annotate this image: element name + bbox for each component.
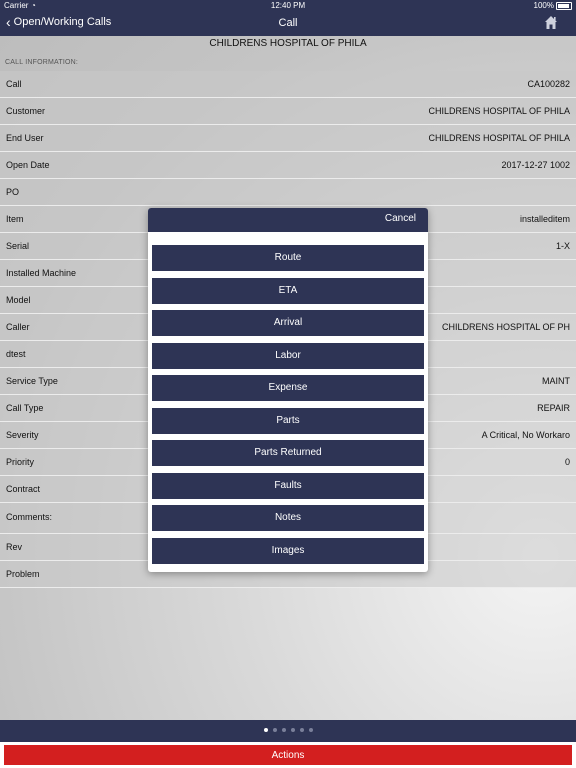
field-label: Priority	[6, 457, 35, 467]
field-value: installeditem	[519, 214, 570, 224]
field-value: REPAIR	[537, 403, 570, 413]
field-label: End User	[6, 133, 44, 143]
field-label: Call Type	[6, 403, 44, 413]
page-dot[interactable]	[308, 728, 313, 732]
menu-option-parts-returned[interactable]: Parts Returned	[152, 440, 424, 466]
page-title: Call	[278, 17, 298, 29]
customer-header: CHILDRENS HOSPITAL OF PHILA	[209, 38, 367, 49]
action-options-list: Route ETA Arrival Labor Expense Parts Parts Re…	[152, 245, 424, 570]
menu-option-eta[interactable]: ETA	[152, 277, 424, 304]
field-value: 0	[564, 457, 570, 467]
field-label: Contract	[6, 484, 41, 494]
status-time: 12:40 PM	[270, 1, 306, 10]
battery-icon	[556, 2, 572, 10]
field-value: MAINT	[542, 376, 570, 386]
menu-option-notes[interactable]: Notes	[152, 505, 424, 531]
field-label: Rev	[6, 542, 23, 552]
field-label: PO	[6, 187, 20, 197]
page-dot[interactable]	[272, 728, 277, 732]
actions-bar: Actions	[0, 742, 576, 768]
field-row[interactable]: End User CHILDRENS HOSPITAL OF PHILA	[0, 125, 576, 152]
field-label: dtest	[6, 349, 26, 359]
battery-percent: 100%	[533, 1, 554, 10]
nav-bar: ‹ Open/Working Calls Call	[0, 12, 576, 36]
field-value: CA100282	[527, 79, 570, 89]
field-label: Comments:	[6, 512, 53, 522]
menu-option-faults[interactable]: Faults	[152, 472, 424, 499]
field-label: Call	[6, 79, 22, 89]
actions-button[interactable]: Actions	[4, 745, 572, 765]
field-label: Installed Machine	[6, 268, 77, 278]
field-label: Open Date	[6, 160, 50, 170]
menu-option-parts[interactable]: Parts	[152, 407, 424, 434]
menu-option-route[interactable]: Route	[152, 245, 424, 271]
field-row[interactable]: Customer CHILDRENS HOSPITAL OF PHILA	[0, 98, 576, 125]
action-menu-modal: Cancel Route ETA Arrival Labor Expense Parts P…	[148, 208, 428, 572]
field-value: CHILDRENS HOSPITAL OF PHILA	[428, 133, 570, 143]
field-value: 2017-12-27 1002	[501, 160, 570, 170]
field-label: Problem	[6, 569, 40, 579]
section-label: CALL INFORMATION:	[5, 59, 79, 66]
cancel-button[interactable]: Cancel	[385, 213, 416, 224]
field-row[interactable]: Open Date 2017-12-27 1002	[0, 152, 576, 179]
field-value: 1-X	[555, 241, 570, 251]
field-value: A Critical, No Workaro	[481, 430, 570, 440]
page-dot[interactable]	[281, 728, 286, 732]
page-dot[interactable]	[290, 728, 295, 732]
field-value: CHILDRENS HOSPITAL OF PH	[441, 322, 570, 332]
menu-option-images[interactable]: Images	[152, 537, 424, 564]
pager-bar	[0, 720, 576, 742]
field-row[interactable]: PO	[0, 179, 576, 206]
page-dot[interactable]	[263, 728, 268, 732]
field-value: CHILDRENS HOSPITAL OF PHILA	[428, 106, 570, 116]
field-label: Model	[6, 295, 31, 305]
field-label: Caller	[6, 322, 30, 332]
field-label: Customer	[6, 106, 46, 116]
page-indicator[interactable]	[0, 728, 576, 732]
home-icon[interactable]	[544, 15, 558, 31]
status-bar: Carrier ◔ 12:40 PM 100%	[0, 0, 576, 12]
field-label: Severity	[6, 430, 39, 440]
menu-option-labor[interactable]: Labor	[152, 342, 424, 369]
field-label: Serial	[6, 241, 30, 251]
modal-header: Cancel	[148, 208, 428, 232]
menu-option-expense[interactable]: Expense	[152, 375, 424, 401]
field-label: Item	[6, 214, 24, 224]
page-dot[interactable]	[299, 728, 304, 732]
menu-option-arrival[interactable]: Arrival	[152, 310, 424, 336]
field-row[interactable]: Call CA100282	[0, 71, 576, 98]
field-label: Service Type	[6, 376, 58, 386]
